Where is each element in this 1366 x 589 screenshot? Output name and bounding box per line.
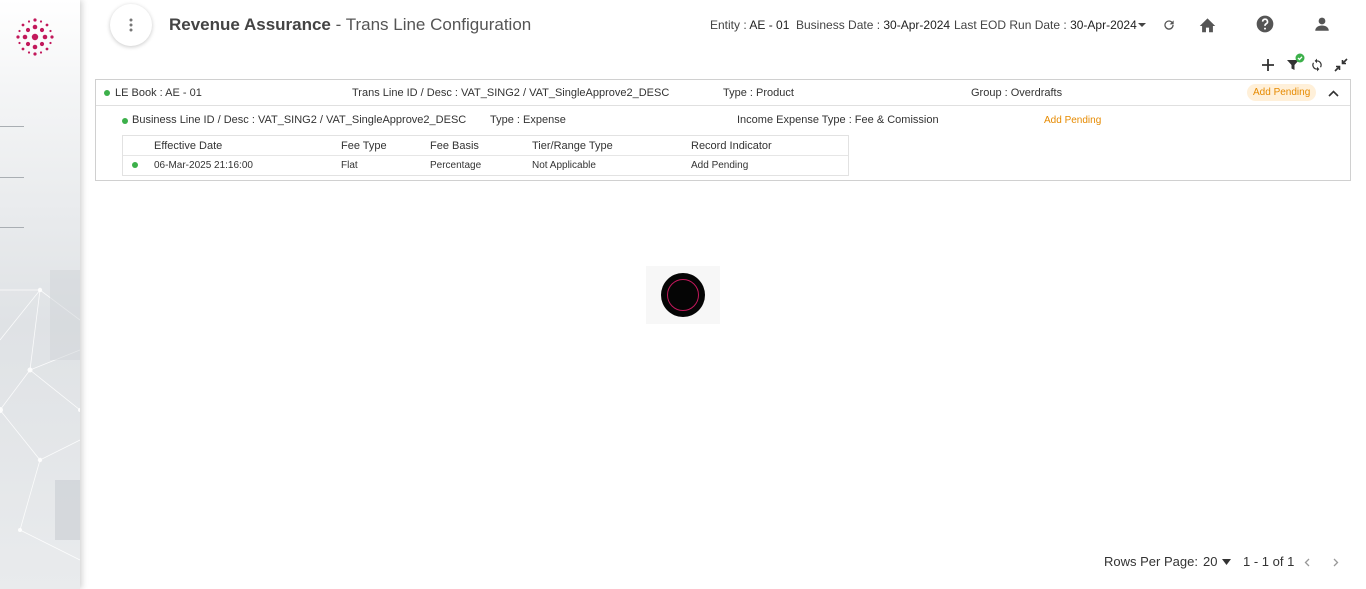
- refresh-icon: [1164, 20, 1174, 30]
- business-line-field: Business Line ID / Desc : VAT_SING2 / VA…: [132, 114, 467, 126]
- business-date-label: Business Date :: [796, 18, 884, 32]
- spinner-ball: [661, 273, 705, 317]
- trans-line-field: Trans Line ID / Desc : VAT_SING2 / VAT_S…: [352, 87, 670, 99]
- entity-dropdown-button[interactable]: [1134, 17, 1150, 33]
- rows-per-page-select[interactable]: 20: [1203, 554, 1232, 569]
- sync-icon: [1312, 58, 1322, 72]
- page-name: Trans Line Configuration: [345, 15, 532, 34]
- add-button[interactable]: [1259, 56, 1277, 74]
- spinner-ring: [667, 279, 699, 311]
- column-header-record-indicator: Record Indicator: [691, 140, 772, 152]
- chevron-right-icon: [1333, 558, 1339, 566]
- fee-table-header: Effective Date Fee Type Fee Basis Tier/R…: [123, 136, 848, 156]
- module-name: Revenue Assurance: [169, 15, 331, 34]
- user-profile-button[interactable]: [1311, 13, 1333, 35]
- cell-record-indicator: Add Pending: [691, 160, 749, 171]
- collapse-record-button[interactable]: [1325, 85, 1341, 101]
- eod-date-info: Last EOD Run Date : 30-Apr-2024: [954, 18, 1137, 32]
- caret-down-icon: [1222, 558, 1232, 565]
- reload-button[interactable]: [1309, 57, 1325, 73]
- filter-button[interactable]: [1284, 52, 1306, 74]
- row-status-dot: [132, 162, 138, 168]
- business-line-status: Add Pending: [1044, 115, 1102, 126]
- home-button[interactable]: [1196, 13, 1218, 35]
- group-field: Group : Overdrafts: [971, 87, 1063, 99]
- page-title: Revenue Assurance - Trans Line Configura…: [169, 15, 531, 35]
- caret-down-icon: [1138, 23, 1146, 27]
- loading-spinner: [646, 266, 720, 324]
- app-logo[interactable]: [14, 16, 56, 58]
- business-date-value: 30-Apr-2024: [883, 18, 951, 32]
- chevron-left-icon: [1304, 558, 1310, 566]
- filter-icon: [1287, 53, 1305, 70]
- entity-info: Entity : AE - 01: [710, 18, 789, 32]
- cell-effective-date: 06-Mar-2025 21:16:00: [154, 160, 253, 171]
- record-summary-row[interactable]: LE Book : AE - 01 Trans Line ID / Desc :…: [96, 80, 1350, 106]
- column-header-effective-date: Effective Date: [154, 140, 223, 152]
- sidebar-divider: [0, 227, 24, 228]
- title-separator: -: [330, 15, 346, 34]
- eod-date-label: Last EOD Run Date :: [954, 18, 1071, 32]
- previous-page-button[interactable]: [1300, 555, 1314, 569]
- compress-icon: [1333, 57, 1348, 72]
- sidebar-divider: [0, 177, 24, 178]
- next-page-button[interactable]: [1329, 555, 1343, 569]
- rows-per-page-value: 20: [1203, 554, 1218, 569]
- user-icon: [1315, 17, 1329, 31]
- column-header-fee-type: Fee Type: [341, 140, 387, 152]
- entity-label: Entity :: [710, 18, 750, 32]
- status-badge: Add Pending: [1247, 84, 1317, 101]
- business-line-row: Business Line ID / Desc : VAT_SING2 / VA…: [96, 113, 1350, 129]
- help-button[interactable]: [1254, 13, 1276, 35]
- table-row[interactable]: 06-Mar-2025 21:16:00 Flat Percentage Not…: [123, 156, 848, 176]
- network-background-graphic: [0, 270, 80, 561]
- cell-tier-range-type: Not Applicable: [532, 160, 596, 171]
- column-header-tier-range-type: Tier/Range Type: [532, 140, 613, 152]
- help-icon: [1256, 15, 1274, 33]
- record-panel: LE Book : AE - 01 Trans Line ID / Desc :…: [95, 79, 1351, 181]
- rows-per-page-label: Rows Per Page:: [1104, 554, 1198, 569]
- le-book-field: LE Book : AE - 01: [115, 87, 202, 99]
- chevron-up-icon: [1327, 89, 1339, 97]
- more-vertical-icon: [129, 18, 133, 32]
- sidebar: [0, 0, 80, 589]
- type-field: Type : Product: [723, 87, 794, 99]
- income-expense-type-field: Income Expense Type : Fee & Comission: [737, 114, 939, 126]
- sidebar-divider: [0, 126, 24, 127]
- status-dot: [104, 90, 110, 96]
- cell-fee-basis: Percentage: [430, 160, 482, 171]
- pagination-range: 1 - 1 of 1: [1243, 554, 1295, 569]
- fee-table: Effective Date Fee Type Fee Basis Tier/R…: [122, 135, 849, 176]
- refresh-date-button[interactable]: [1160, 16, 1178, 34]
- plus-icon: [1262, 59, 1274, 71]
- business-line-type-field: Type : Expense: [490, 114, 566, 126]
- status-dot: [122, 118, 128, 124]
- menu-button[interactable]: [110, 4, 152, 46]
- column-header-fee-basis: Fee Basis: [430, 140, 479, 152]
- home-icon: [1199, 17, 1215, 32]
- business-date-info: Business Date : 30-Apr-2024: [796, 18, 950, 32]
- eod-date-value: 30-Apr-2024: [1070, 18, 1137, 32]
- cell-fee-type: Flat: [341, 160, 358, 171]
- entity-value: AE - 01: [749, 18, 790, 32]
- collapse-all-button[interactable]: [1332, 56, 1349, 73]
